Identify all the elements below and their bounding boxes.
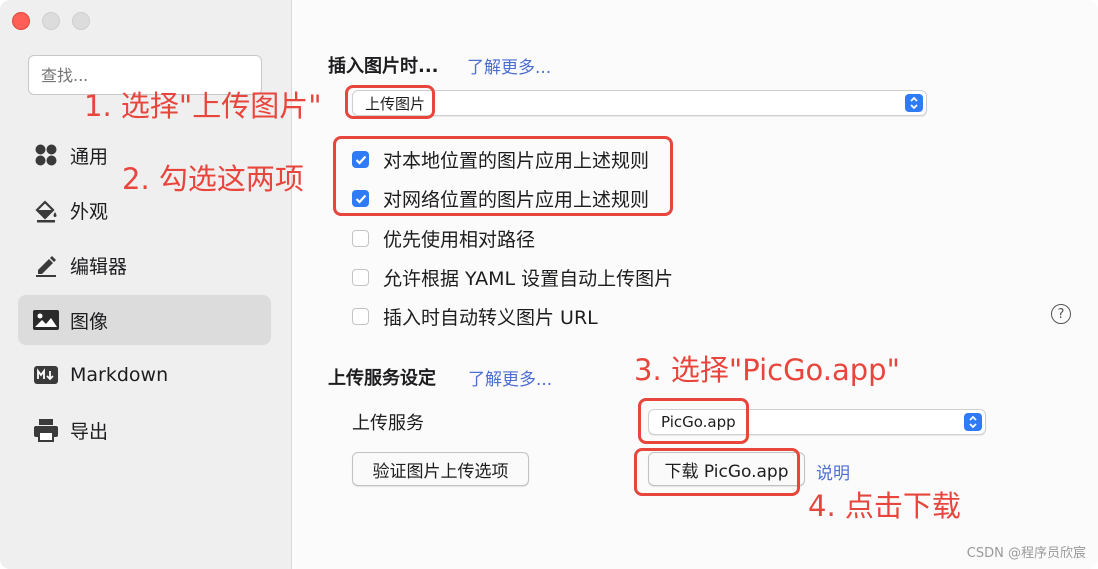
upload-service-label: 上传服务 — [352, 413, 424, 434]
annotation-step1: 1. 选择"上传图片" — [84, 89, 322, 123]
checkbox-unchecked-icon[interactable] — [352, 308, 369, 325]
image-icon — [32, 306, 60, 334]
sidebar-item-image[interactable]: 图像 — [18, 295, 271, 345]
grid-icon — [32, 141, 60, 169]
preferences-window: 通用 外观 编辑器 — [0, 0, 1098, 569]
sidebar-item-label: 编辑器 — [70, 255, 128, 278]
paint-bucket-icon — [32, 196, 60, 224]
sidebar-item-label: 通用 — [70, 145, 109, 168]
annotation-box-download — [634, 448, 800, 496]
upload-learn-more-link[interactable]: 了解更多... — [468, 365, 552, 390]
learn-more-link[interactable]: 了解更多... — [467, 53, 551, 78]
printer-icon — [32, 416, 60, 444]
checkbox-relative-path[interactable]: 优先使用相对路径 — [352, 225, 535, 252]
chevron-updown-icon — [905, 94, 923, 112]
chevron-updown-icon — [964, 413, 982, 431]
checkbox-unchecked-icon[interactable] — [352, 230, 369, 247]
annotation-step3: 3. 选择"PicGo.app" — [634, 353, 900, 387]
annotation-box-checkboxes — [333, 136, 673, 216]
zoom-window-button[interactable] — [72, 12, 90, 30]
close-window-button[interactable] — [12, 12, 30, 30]
verify-upload-button[interactable]: 验证图片上传选项 — [352, 452, 529, 486]
minimize-window-button[interactable] — [42, 12, 60, 30]
watermark: CSDN @程序员欣宸 — [966, 546, 1086, 561]
sidebar-item-label: 导出 — [70, 420, 109, 443]
checkbox-label: 优先使用相对路径 — [383, 229, 536, 251]
explain-link[interactable]: 说明 — [816, 459, 850, 484]
checkbox-escape-url[interactable]: 插入时自动转义图片 URL — [352, 303, 598, 330]
sidebar-item-export[interactable]: 导出 — [18, 405, 271, 455]
checkbox-yaml-upload[interactable]: 允许根据 YAML 设置自动上传图片 — [352, 264, 673, 291]
annotation-box-select — [345, 85, 435, 119]
annotation-step4: 4. 点击下载 — [808, 489, 961, 523]
help-icon[interactable]: ? — [1051, 304, 1071, 324]
image-section-title: 插入图片时... — [328, 56, 439, 77]
sidebar-item-markdown[interactable]: Markdown — [18, 350, 271, 400]
insert-image-select[interactable]: 上传图片 — [352, 90, 927, 116]
annotation-step2: 2. 勾选这两项 — [122, 162, 304, 196]
checkbox-label: 允许根据 YAML 设置自动上传图片 — [383, 268, 674, 290]
markdown-icon — [32, 361, 60, 389]
upload-section-title: 上传服务设定 — [328, 368, 436, 389]
checkbox-label: 插入时自动转义图片 URL — [383, 307, 598, 329]
sidebar-item-editor[interactable]: 编辑器 — [18, 240, 271, 290]
sidebar-item-label: 图像 — [70, 310, 109, 333]
sidebar-item-label: Markdown — [70, 364, 169, 386]
sidebar-item-label: 外观 — [70, 200, 109, 223]
checkbox-unchecked-icon[interactable] — [352, 269, 369, 286]
pencil-icon — [32, 251, 60, 279]
annotation-box-service — [638, 398, 749, 444]
